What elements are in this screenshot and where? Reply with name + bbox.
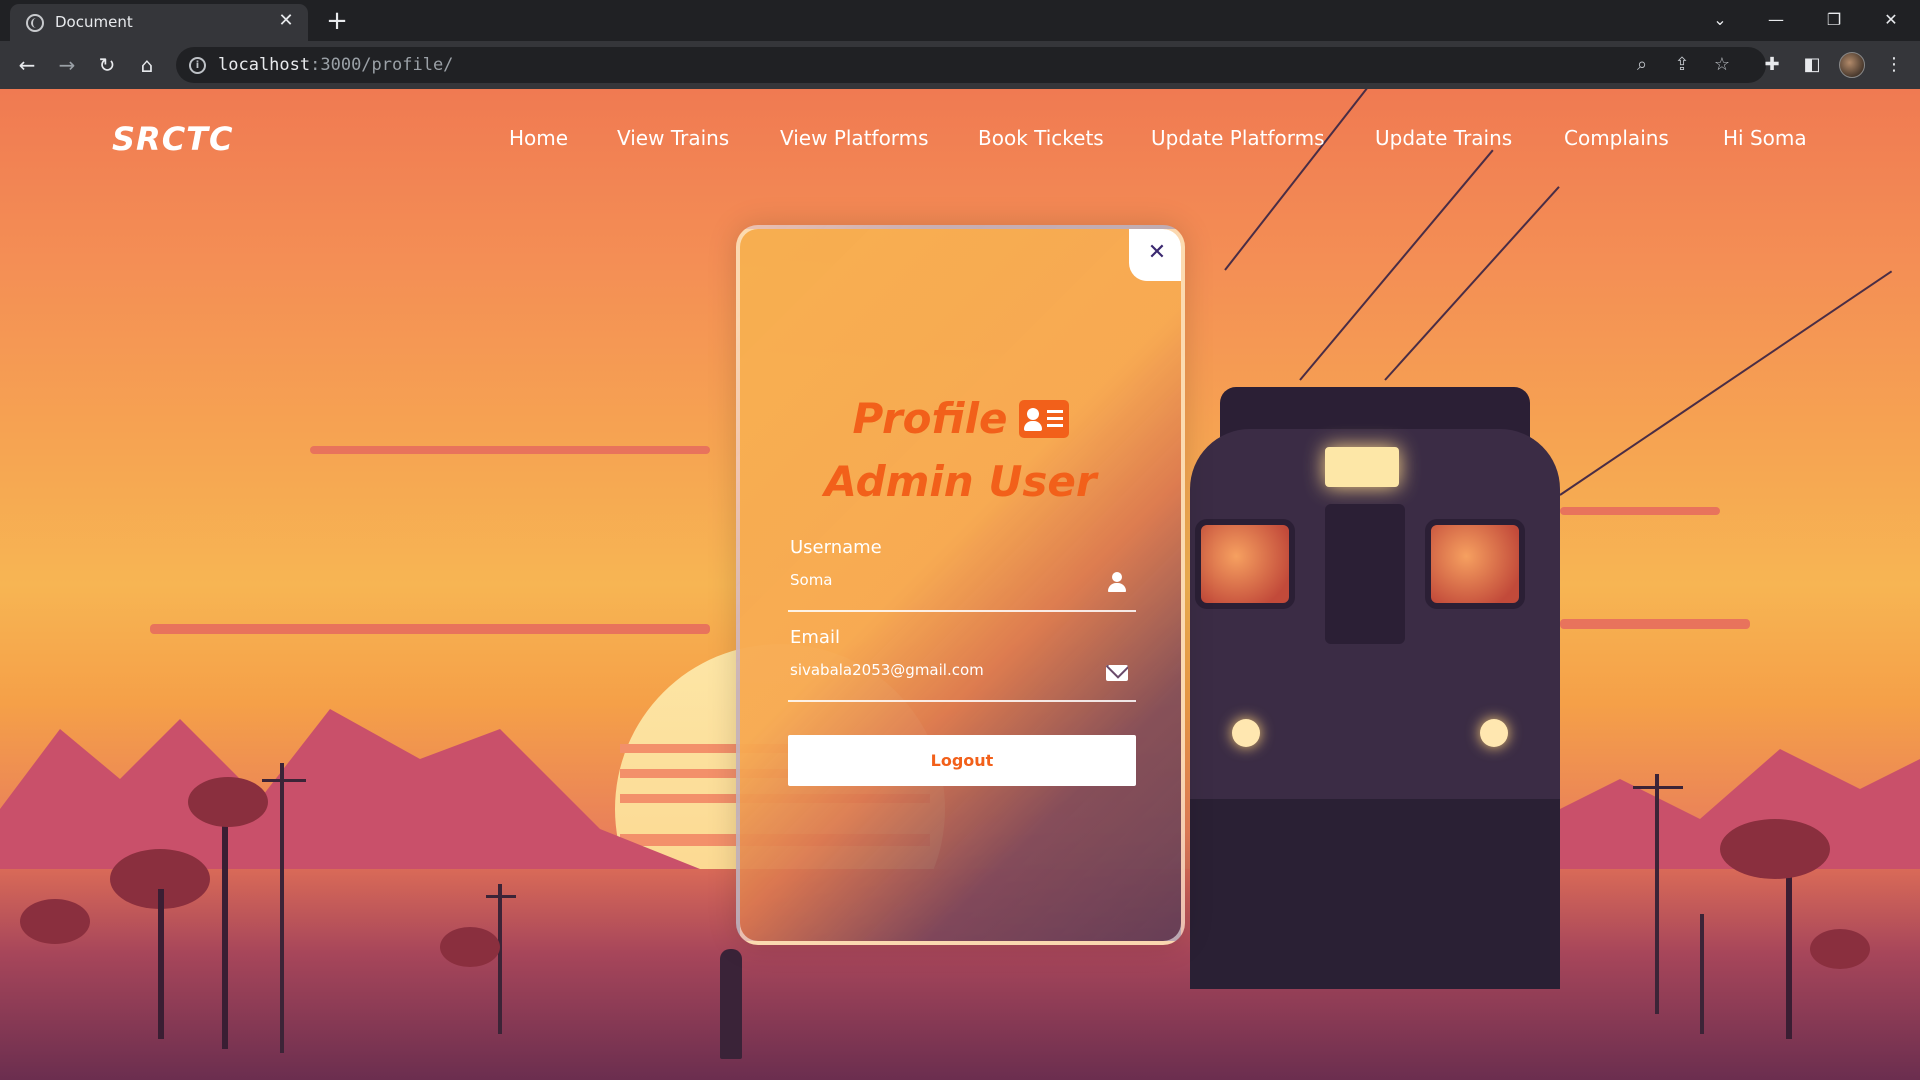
- train-door: [1325, 504, 1405, 644]
- cloud-shape: [1560, 507, 1720, 515]
- utility-pole: [1633, 786, 1683, 789]
- side-panel-icon[interactable]: ◧: [1797, 50, 1827, 80]
- email-value[interactable]: sivabala2053@gmail.com: [790, 661, 984, 679]
- tree-shape: [1810, 929, 1870, 969]
- email-label: Email: [790, 627, 840, 648]
- nav-book-tickets[interactable]: Book Tickets: [978, 126, 1104, 150]
- nav-complains[interactable]: Complains: [1564, 126, 1669, 150]
- restore-button[interactable]: ❐: [1814, 4, 1854, 36]
- tree-shape: [188, 777, 268, 827]
- bookmark-star-icon[interactable]: ☆: [1708, 51, 1736, 79]
- profile-heading: Profile: [740, 394, 1181, 443]
- back-arrow-icon[interactable]: ←: [12, 50, 42, 80]
- username-label: Username: [790, 537, 882, 558]
- browser-toolbar: ← → ↻ ⌂ i localhost:3000/profile/ ⌕ ⇪ ☆ …: [0, 41, 1920, 89]
- train-bumper: [1190, 799, 1560, 989]
- nav-view-trains[interactable]: View Trains: [617, 126, 729, 150]
- username-value[interactable]: Soma: [790, 571, 833, 589]
- utility-pole: [1700, 914, 1704, 1034]
- new-tab-button[interactable]: +: [322, 6, 352, 36]
- tree-shape: [440, 927, 500, 967]
- cloud-shape: [150, 624, 710, 634]
- zoom-icon[interactable]: ⌕: [1628, 51, 1656, 79]
- page-viewport: SRCTC Home View Trains View Platforms Bo…: [0, 89, 1920, 1080]
- tab-close-icon[interactable]: ✕: [274, 9, 298, 33]
- id-card-icon: [1018, 399, 1069, 438]
- browser-tab[interactable]: Document ✕: [10, 4, 308, 41]
- profile-card: ✕ Profile Admin User Username Soma Email…: [736, 225, 1185, 945]
- tree-shape: [158, 889, 164, 1039]
- tree-shape: [20, 899, 90, 944]
- menu-icon[interactable]: ⋮: [1879, 50, 1909, 80]
- utility-pole: [486, 895, 516, 898]
- nav-view-platforms[interactable]: View Platforms: [780, 126, 929, 150]
- utility-pole: [280, 763, 284, 1053]
- power-wire: [1299, 149, 1494, 381]
- cloud-shape: [310, 446, 710, 454]
- globe-icon: [26, 14, 44, 32]
- email-field[interactable]: Email sivabala2053@gmail.com: [788, 627, 1136, 702]
- train-headlight: [1325, 447, 1399, 487]
- nav-home[interactable]: Home: [509, 126, 568, 150]
- nav-update-trains[interactable]: Update Trains: [1375, 126, 1512, 150]
- forward-arrow-icon[interactable]: →: [52, 50, 82, 80]
- utility-pole: [262, 779, 306, 782]
- nav-user-greeting[interactable]: Hi Soma: [1723, 126, 1807, 150]
- reload-icon[interactable]: ↻: [92, 50, 122, 80]
- extensions-icon[interactable]: ✚: [1757, 50, 1787, 80]
- logout-button[interactable]: Logout: [788, 735, 1136, 786]
- profile-role: Admin User: [824, 457, 1097, 506]
- browser-tabstrip: Document ✕ + ⌄ — ❐ ✕: [0, 0, 1920, 41]
- profile-avatar[interactable]: [1839, 52, 1865, 78]
- tree-shape: [222, 809, 228, 1049]
- train-lamp: [1480, 719, 1508, 747]
- utility-pole: [498, 884, 502, 1034]
- tree-shape: [1786, 869, 1792, 1039]
- user-icon: [1106, 571, 1128, 593]
- share-icon[interactable]: ⇪: [1668, 51, 1696, 79]
- home-icon[interactable]: ⌂: [132, 50, 162, 80]
- address-bar[interactable]: i localhost:3000/profile/ ⌕ ⇪ ☆: [176, 47, 1766, 83]
- utility-pole: [1655, 774, 1659, 1014]
- close-window-button[interactable]: ✕: [1871, 4, 1911, 36]
- walker-silhouette: [720, 949, 742, 1059]
- power-wire: [1559, 270, 1893, 496]
- envelope-icon: [1106, 665, 1128, 681]
- tree-shape: [1720, 819, 1830, 879]
- username-field[interactable]: Username Soma: [788, 537, 1136, 612]
- train-lamp: [1232, 719, 1260, 747]
- close-icon[interactable]: ✕: [1129, 229, 1181, 281]
- train-illustration: [1170, 349, 1570, 1039]
- info-icon[interactable]: i: [189, 57, 206, 74]
- train-window: [1195, 519, 1295, 609]
- url-text[interactable]: localhost:3000/profile/: [218, 55, 453, 75]
- profile-title: Profile: [852, 394, 1008, 443]
- tab-title: Document: [55, 13, 133, 31]
- tab-search-icon[interactable]: ⌄: [1700, 4, 1740, 36]
- nav-update-platforms[interactable]: Update Platforms: [1151, 126, 1325, 150]
- brand-logo[interactable]: SRCTC: [112, 120, 233, 158]
- minimize-button[interactable]: —: [1756, 4, 1796, 36]
- train-window: [1425, 519, 1525, 609]
- cloud-shape: [1560, 619, 1750, 629]
